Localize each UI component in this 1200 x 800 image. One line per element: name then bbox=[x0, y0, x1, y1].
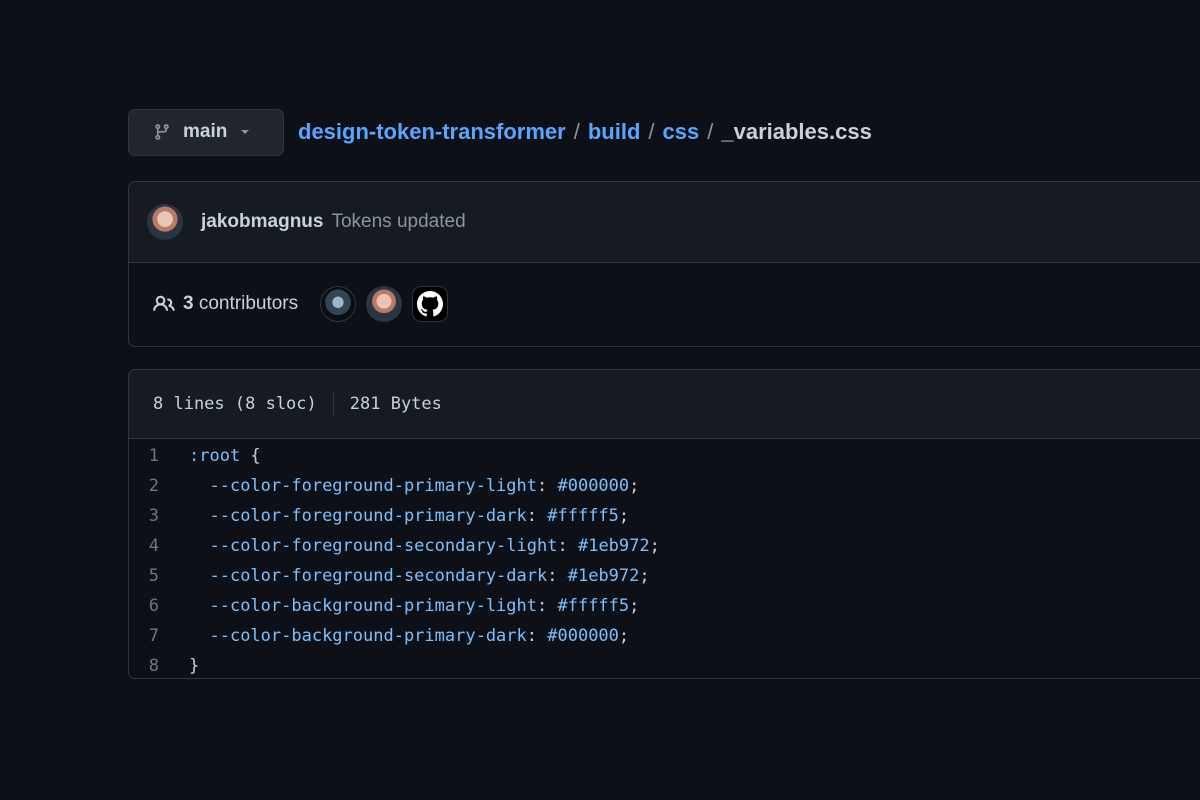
code-token-name: --color-foreground-primary-light bbox=[209, 476, 537, 496]
file-info-bar: 8 lines (8 sloc) 281 Bytes bbox=[129, 370, 1200, 439]
line-number[interactable]: 4 bbox=[129, 536, 189, 556]
code-token-value: #000000 bbox=[537, 626, 619, 646]
line-number[interactable]: 8 bbox=[129, 656, 189, 676]
code-line: 1:root { bbox=[129, 441, 1200, 471]
contributors-count: 3 bbox=[183, 293, 194, 314]
code-token-colon: : bbox=[526, 626, 538, 646]
code-token-value: #000000 bbox=[547, 476, 630, 496]
code-line: 8} bbox=[129, 651, 1200, 681]
code-token-value: #1eb972 bbox=[567, 536, 650, 556]
commit-message-link[interactable]: Tokens updated bbox=[331, 211, 465, 233]
code-view: 1:root {2 --color-foreground-primary-lig… bbox=[129, 439, 1200, 681]
file-navigation: main design-token-transformer / build / … bbox=[128, 108, 872, 156]
code-token-punctuation: ; bbox=[618, 506, 630, 526]
file-viewer: 8 lines (8 sloc) 281 Bytes 1:root {2 --c… bbox=[128, 369, 1200, 679]
code-line: 2 --color-foreground-primary-light: #000… bbox=[129, 471, 1200, 501]
code-token-punctuation: ; bbox=[639, 566, 650, 586]
line-number[interactable]: 6 bbox=[129, 596, 189, 616]
latest-commit-row: jakobmagnus Tokens updated bbox=[129, 182, 1200, 263]
code-token-name: --color-foreground-secondary-light bbox=[209, 536, 558, 556]
contributor-avatar[interactable] bbox=[366, 286, 403, 322]
line-number[interactable]: 7 bbox=[129, 626, 189, 646]
code-text: --color-foreground-secondary-dark: #1eb9… bbox=[189, 566, 650, 586]
contributor-avatar[interactable] bbox=[320, 286, 357, 322]
people-icon bbox=[153, 295, 175, 311]
code-token-value: #fffff5 bbox=[537, 506, 619, 526]
breadcrumb-css-link[interactable]: css bbox=[663, 119, 700, 145]
code-token-name: --color-foreground-primary-dark bbox=[209, 506, 527, 526]
code-text: --color-foreground-primary-light: #00000… bbox=[189, 476, 639, 496]
code-token-value: #1eb972 bbox=[557, 566, 640, 586]
code-token-punctuation: } bbox=[189, 656, 200, 676]
code-text: --color-background-primary-dark: #000000… bbox=[189, 626, 629, 646]
code-token-punctuation: { bbox=[240, 446, 261, 466]
breadcrumb-separator: / bbox=[707, 119, 714, 144]
file-size: 281 Bytes bbox=[349, 394, 442, 414]
code-line: 7 --color-background-primary-dark: #0000… bbox=[129, 621, 1200, 651]
breadcrumb-repo-link[interactable]: design-token-transformer bbox=[298, 119, 566, 145]
code-text: --color-foreground-primary-dark: #fffff5… bbox=[189, 506, 629, 526]
contributor-avatar[interactable] bbox=[412, 286, 449, 322]
code-token-punctuation: ; bbox=[649, 536, 660, 556]
code-line: 3 --color-foreground-primary-dark: #ffff… bbox=[129, 501, 1200, 531]
breadcrumb-file-name: _variables.css bbox=[721, 119, 872, 144]
code-token-name: --color-background-primary-dark bbox=[209, 626, 527, 646]
code-line: 6 --color-background-primary-light: #fff… bbox=[129, 591, 1200, 621]
code-text: --color-background-primary-light: #fffff… bbox=[189, 596, 639, 616]
code-token-colon: : bbox=[526, 506, 538, 526]
code-token-colon: : bbox=[547, 566, 558, 586]
line-number[interactable]: 2 bbox=[129, 476, 189, 496]
latest-commit-box: jakobmagnus Tokens updated 3 contributor… bbox=[128, 181, 1200, 347]
branch-name: main bbox=[183, 121, 228, 142]
code-token-name: --color-background-primary-light bbox=[209, 596, 537, 616]
commit-author-link[interactable]: jakobmagnus bbox=[201, 211, 323, 233]
line-number[interactable]: 5 bbox=[129, 566, 189, 586]
breadcrumb-build-link[interactable]: build bbox=[588, 119, 641, 145]
breadcrumb-separator: / bbox=[648, 119, 655, 144]
code-text: :root { bbox=[189, 446, 261, 466]
line-number[interactable]: 1 bbox=[129, 446, 189, 466]
code-token-colon: : bbox=[557, 536, 568, 556]
breadcrumb-separator: / bbox=[573, 119, 580, 144]
git-branch-icon bbox=[155, 124, 169, 140]
contributor-avatars bbox=[320, 286, 449, 322]
contributors-label: contributors bbox=[198, 293, 299, 314]
code-token-colon: : bbox=[537, 476, 548, 496]
code-token-colon: : bbox=[537, 596, 548, 616]
code-token-punctuation: ; bbox=[618, 626, 630, 646]
contributors-row: 3 contributors bbox=[129, 263, 1200, 345]
code-token-value: #fffff5 bbox=[547, 596, 630, 616]
breadcrumb: design-token-transformer / build / css /… bbox=[298, 119, 872, 145]
code-token-name: :root bbox=[189, 446, 241, 466]
line-number[interactable]: 3 bbox=[129, 506, 189, 526]
code-token-punctuation: ; bbox=[629, 596, 640, 616]
author-avatar[interactable] bbox=[147, 204, 183, 240]
code-line: 4 --color-foreground-secondary-light: #1… bbox=[129, 531, 1200, 561]
code-line: 5 --color-foreground-secondary-dark: #1e… bbox=[129, 561, 1200, 591]
branch-selector-button[interactable]: main bbox=[128, 108, 284, 156]
file-line-count: 8 lines (8 sloc) bbox=[153, 394, 317, 414]
code-text: --color-foreground-secondary-light: #1eb… bbox=[189, 536, 660, 556]
code-text: } bbox=[189, 656, 199, 676]
contributors-link[interactable]: 3 contributors bbox=[183, 293, 298, 315]
code-token-name: --color-foreground-secondary-dark bbox=[209, 566, 548, 586]
caret-down-icon bbox=[241, 130, 250, 134]
divider bbox=[332, 391, 334, 417]
code-token-punctuation: ; bbox=[629, 476, 640, 496]
github-icon bbox=[417, 291, 444, 317]
